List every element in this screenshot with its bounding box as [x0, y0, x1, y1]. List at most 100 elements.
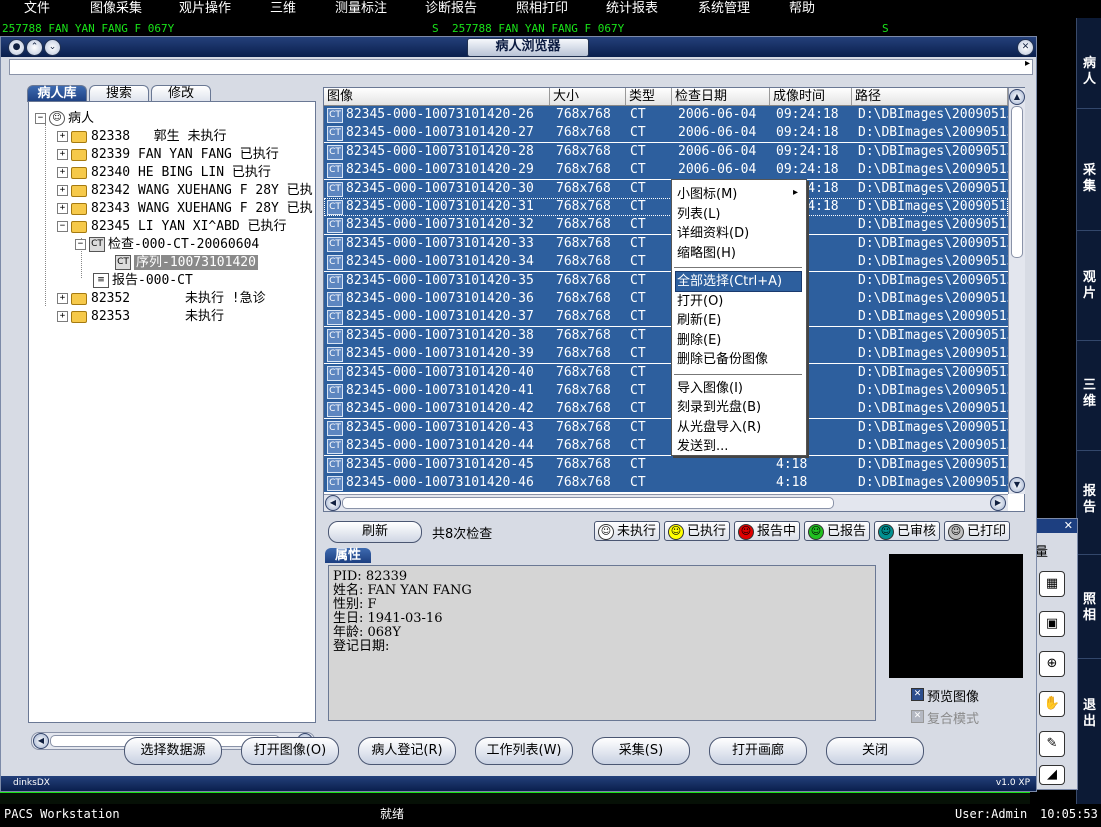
context-menu-item[interactable]: 全部选择(Ctrl+A) [675, 271, 802, 292]
table-row[interactable]: CT82345-000-10073101420-44768x768CT4:18D… [324, 437, 1008, 456]
tab-edit[interactable]: 修改 [151, 85, 211, 102]
sidebar-item-acquire[interactable]: 采集 [1077, 163, 1101, 195]
scroll-thumb[interactable] [342, 497, 834, 509]
refresh-button[interactable]: 刷新 [328, 521, 422, 543]
list-horizontal-scrollbar[interactable]: ◀ ▶ [324, 494, 1008, 511]
status-filter-button[interactable]: ☺ 已打印 [944, 521, 1010, 541]
sidebar-item-patient[interactable]: 病人 [1077, 56, 1101, 88]
tree-series[interactable]: CT 序列-10073101420 [115, 254, 258, 272]
acquire-button[interactable]: 采集(S) [592, 737, 690, 765]
column-header-date[interactable]: 检查日期 [672, 88, 770, 105]
context-menu-item[interactable]: 删除已备份图像 [676, 350, 801, 369]
pen-icon[interactable]: ✎ [1039, 731, 1065, 757]
menu-measure[interactable]: 测量标注 [335, 0, 387, 17]
scroll-up-icon[interactable]: ▲ [1009, 89, 1025, 105]
hand-pan-icon[interactable]: ✋ [1039, 691, 1065, 717]
table-row[interactable]: CT 82345-000-10073101420-26 768x768 CT 2006-… [324, 106, 1008, 124]
menu-system[interactable]: 系统管理 [698, 0, 750, 17]
table-row[interactable]: CT82345-000-10073101420-35768x768CT4:18D… [324, 271, 1008, 290]
table-row[interactable]: CT 82345-000-10073101420-29 768x768 CT 2006-… [324, 161, 1008, 180]
tree-exam[interactable]: − CT 检查-000-CT-20060604 [75, 236, 259, 254]
table-row[interactable]: CT82345-000-10073101420-34768x768CT4:18D… [324, 253, 1008, 272]
sidebar-item-view[interactable]: 观片 [1077, 270, 1101, 302]
close-icon[interactable]: ✕ [1064, 519, 1073, 533]
open-gallery-button[interactable]: 打开画廊 [709, 737, 807, 765]
expand-icon[interactable]: + [57, 149, 68, 160]
sidebar-item-photo[interactable]: 照相 [1077, 592, 1101, 624]
table-row[interactable]: CT82345-000-10073101420-38768x768CT4:18D… [324, 326, 1008, 345]
context-menu-item[interactable]: 详细资料(D) [676, 224, 801, 243]
tree-report[interactable]: ≡ 报告-000-CT [93, 272, 193, 290]
tree-patient[interactable]: +82340 HE BING LIN 已执行 [57, 164, 271, 182]
expand-icon[interactable]: + [57, 131, 68, 142]
menu-print[interactable]: 照相打印 [516, 0, 568, 17]
context-menu-item[interactable]: 删除(E) [676, 331, 801, 350]
tree-patient[interactable]: +82338 郭生 未执行 [57, 128, 226, 146]
scroll-thumb[interactable] [1011, 106, 1023, 258]
menu-help[interactable]: 帮助 [789, 0, 815, 17]
table-row[interactable]: CT82345-000-10073101420-41768x768CT4:18D… [324, 382, 1008, 400]
properties-tab[interactable]: 属性 [325, 548, 371, 563]
scroll-right-icon[interactable]: ▶ [990, 495, 1006, 511]
checkbox-checked-icon[interactable]: ✕ [911, 688, 924, 701]
menu-diagnosis[interactable]: 诊断报告 [425, 0, 477, 17]
table-row[interactable]: CT82345-000-10073101420-36768x768CT4:18D… [324, 290, 1008, 308]
patient-register-button[interactable]: 病人登记(R) [358, 737, 456, 765]
table-row[interactable]: CT82345-000-10073101420-33768x768CT4:18D… [324, 234, 1008, 253]
column-header-path[interactable]: 路径 [852, 88, 1008, 105]
sidebar-item-exit[interactable]: 退出 [1077, 698, 1101, 730]
column-header-image[interactable]: 图像 [324, 88, 550, 105]
tree-patient[interactable]: +82353 未执行 [57, 308, 224, 326]
list-vertical-scrollbar[interactable]: ▲ ▼ [1008, 88, 1025, 494]
grid-layout-icon[interactable]: ▦ [1039, 571, 1065, 597]
context-menu-item[interactable]: 缩略图(H) [676, 244, 801, 263]
tree-patient[interactable]: +82352 未执行 !急诊 [57, 290, 266, 308]
expand-icon[interactable]: + [57, 167, 68, 178]
table-row[interactable]: CT82345-000-10073101420-39768x768CT4:18D… [324, 345, 1008, 364]
tab-search[interactable]: 搜索 [89, 85, 149, 102]
status-filter-button[interactable]: ☺ 未执行 [594, 521, 660, 541]
minimize-icon[interactable]: ⌃ [26, 39, 43, 56]
table-row[interactable]: CT82345-000-10073101420-32768x768CT4:18D… [324, 216, 1008, 235]
expand-icon[interactable]: + [57, 203, 68, 214]
expand-icon[interactable]: + [57, 311, 68, 322]
select-datasource-button[interactable]: 选择数据源 [124, 737, 222, 765]
tree-root[interactable]: − ☺ 病人 [35, 110, 94, 128]
table-row[interactable]: CT82345-000-10073101420-31768x768CT2006-… [324, 198, 1008, 216]
collapse-icon[interactable]: − [57, 221, 68, 232]
worklist-button[interactable]: 工作列表(W) [475, 737, 573, 765]
column-header-type[interactable]: 类型 [626, 88, 672, 105]
menu-view-ops[interactable]: 观片操作 [179, 0, 231, 17]
context-menu-item[interactable]: 打开(O) [676, 292, 801, 311]
scroll-left-icon[interactable]: ◀ [325, 495, 341, 511]
menu-file[interactable]: 文件 [24, 0, 50, 17]
tab-patient-db[interactable]: 病人库 [27, 85, 87, 102]
expand-icon[interactable]: + [57, 185, 68, 196]
context-menu-item[interactable]: 小图标(M) [676, 185, 801, 204]
table-row[interactable]: CT82345-000-10073101420-30768x768CT2006-… [324, 179, 1008, 198]
column-header-size[interactable]: 大小 [550, 88, 626, 105]
tree-patient[interactable]: +82343 WANG XUEHANG F 28Y 已执 [57, 200, 313, 218]
table-row[interactable]: CT 82345-000-10073101420-46 768x768 CT 4:18 D… [324, 474, 1008, 492]
table-row[interactable]: CT 82345-000-10073101420-28 768x768 CT 2006-… [324, 142, 1008, 161]
table-row[interactable]: CT 82345-000-10073101420-45 768x768 CT 4:18 D… [324, 455, 1008, 474]
flip-icon[interactable]: ◢ [1039, 765, 1065, 785]
collapse-icon[interactable]: − [75, 239, 86, 250]
column-header-time[interactable]: 成像时间 [770, 88, 852, 105]
table-row[interactable]: CT82345-000-10073101420-37768x768CT4:18D… [324, 308, 1008, 327]
zoom-icon[interactable]: ⊕ [1039, 651, 1065, 677]
open-image-button[interactable]: 打开图像(O) [241, 737, 339, 765]
table-row[interactable]: CT82345-000-10073101420-40768x768CT4:18D… [324, 363, 1008, 382]
checkbox-disabled-icon[interactable]: ✕ [911, 710, 924, 723]
table-row[interactable]: CT 82345-000-10073101420-27 768x768 CT 2006-… [324, 124, 1008, 143]
image-tool-icon[interactable]: ▣ [1039, 611, 1065, 637]
tree-patient[interactable]: +82339 FAN YAN FANG 已执行 [57, 146, 279, 164]
restore-icon[interactable]: ⌄ [44, 39, 61, 56]
menu-stats[interactable]: 统计报表 [606, 0, 658, 17]
close-icon[interactable]: ✕ [1017, 39, 1034, 56]
table-row[interactable]: CT82345-000-10073101420-43768x768CT4:18D… [324, 418, 1008, 437]
path-bar[interactable]: ▸ [9, 58, 1033, 75]
context-menu-item[interactable]: 从光盘导入(R) [676, 418, 801, 437]
context-menu-item[interactable]: 刻录到光盘(B) [676, 398, 801, 417]
sidebar-item-3d[interactable]: 三维 [1077, 378, 1101, 410]
